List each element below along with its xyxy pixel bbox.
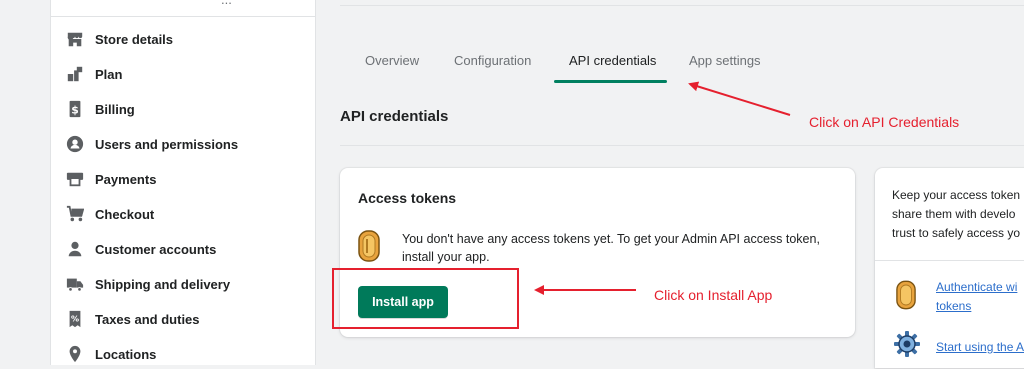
annotation-install-app: Click on Install App	[654, 287, 773, 303]
arrow-to-api-credentials	[688, 81, 791, 116]
annotation-arrows	[534, 81, 791, 295]
annotation-api-credentials: Click on API Credentials	[809, 114, 960, 130]
